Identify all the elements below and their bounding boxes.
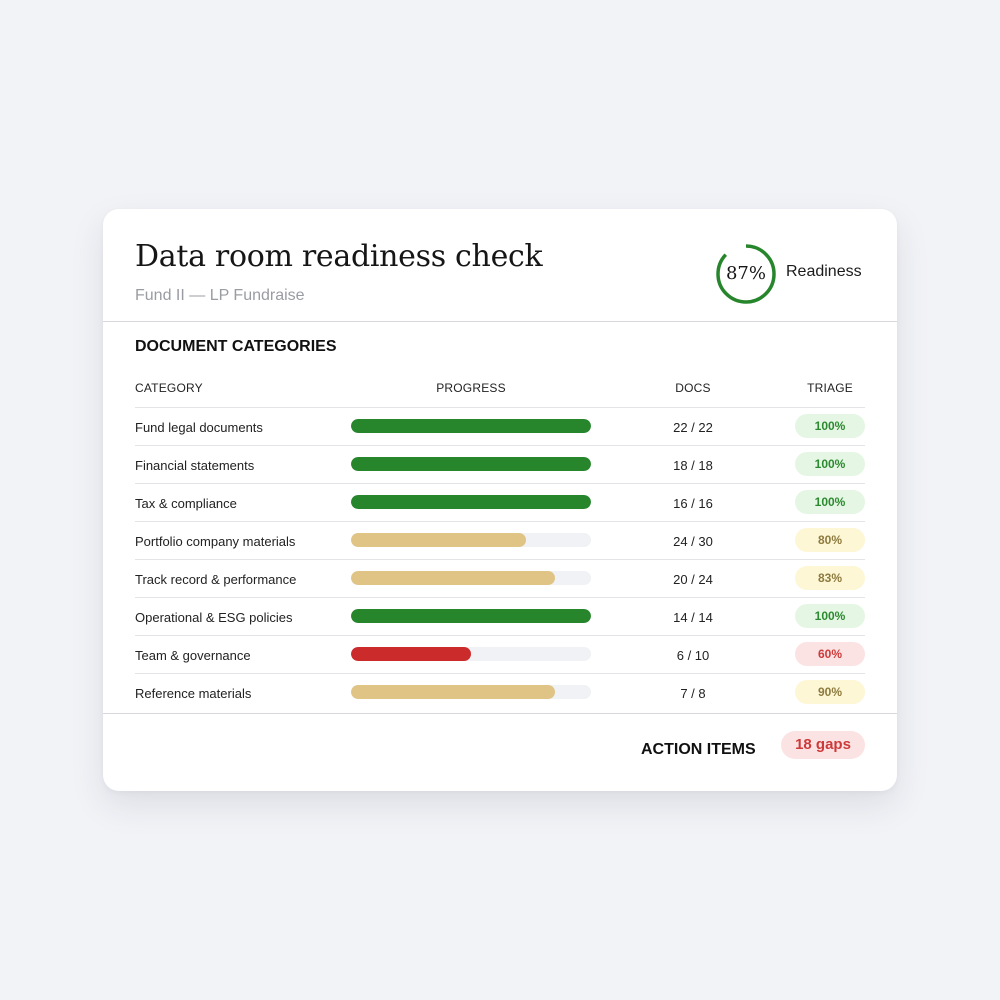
progress-track xyxy=(351,457,591,471)
progress-track xyxy=(351,533,591,547)
gaps-badge[interactable]: 18 gaps xyxy=(781,731,865,759)
column-header-docs: DOCS xyxy=(675,381,711,395)
progress-fill xyxy=(351,685,555,699)
progress-fill xyxy=(351,533,527,547)
triage-badge: 100% xyxy=(795,490,865,514)
table-row[interactable]: Reference materials 7 / 8 90% xyxy=(135,673,865,711)
page-title: Data room readiness check xyxy=(135,239,543,274)
readiness-gauge: 87% xyxy=(715,243,777,305)
table-row[interactable]: Financial statements 18 / 18 100% xyxy=(135,445,865,483)
section-title: DOCUMENT CATEGORIES xyxy=(135,338,337,355)
progress-fill xyxy=(351,571,555,585)
progress-track xyxy=(351,495,591,509)
docs-count: 18 / 18 xyxy=(673,458,713,473)
progress-fill xyxy=(351,457,591,471)
progress-track xyxy=(351,647,591,661)
docs-count: 16 / 16 xyxy=(673,496,713,511)
docs-count: 24 / 30 xyxy=(673,534,713,549)
triage-badge: 100% xyxy=(795,452,865,476)
category-name: Team & governance xyxy=(135,648,251,663)
table-row[interactable]: Fund legal documents 22 / 22 100% xyxy=(135,407,865,445)
table-row[interactable]: Tax & compliance 16 / 16 100% xyxy=(135,483,865,521)
category-name: Track record & performance xyxy=(135,572,297,587)
progress-track xyxy=(351,571,591,585)
page-subtitle: Fund II — LP Fundraise xyxy=(135,287,305,304)
table-row[interactable]: Portfolio company materials 24 / 30 80% xyxy=(135,521,865,559)
docs-count: 20 / 24 xyxy=(673,572,713,587)
column-header-progress: PROGRESS xyxy=(436,381,506,395)
docs-count: 6 / 10 xyxy=(676,648,710,663)
category-name: Tax & compliance xyxy=(135,496,237,511)
category-name: Financial statements xyxy=(135,458,255,473)
progress-track xyxy=(351,419,591,433)
readiness-value: 87% xyxy=(725,263,766,284)
triage-badge: 83% xyxy=(795,566,865,590)
action-items-label: ACTION ITEMS xyxy=(641,741,756,758)
category-name: Reference materials xyxy=(135,686,252,701)
triage-badge: 100% xyxy=(795,414,865,438)
column-header-triage: TRIAGE xyxy=(807,381,853,395)
category-name: Operational & ESG policies xyxy=(135,610,293,625)
table-row[interactable]: Operational & ESG policies 14 / 14 100% xyxy=(135,597,865,635)
category-table: Fund legal documents 22 / 22 100% Financial… xyxy=(135,407,865,711)
progress-track xyxy=(351,609,591,623)
card-header: Data room readiness check Fund II — LP F… xyxy=(103,209,897,322)
table-row[interactable]: Track record & performance 20 / 24 83% xyxy=(135,559,865,597)
card-footer: ACTION ITEMS 18 gaps xyxy=(103,713,897,759)
docs-count: 7 / 8 xyxy=(680,686,706,701)
readiness-card: Data room readiness check Fund II — LP F… xyxy=(103,209,897,791)
readiness-label: Readiness xyxy=(786,263,862,280)
docs-count: 14 / 14 xyxy=(673,610,713,625)
progress-fill xyxy=(351,419,591,433)
triage-badge: 80% xyxy=(795,528,865,552)
progress-fill xyxy=(351,609,591,623)
progress-track xyxy=(351,685,591,699)
triage-badge: 90% xyxy=(795,680,865,704)
category-name: Portfolio company materials xyxy=(135,534,296,549)
docs-count: 22 / 22 xyxy=(673,420,713,435)
category-name: Fund legal documents xyxy=(135,420,263,435)
progress-fill xyxy=(351,647,471,661)
table-row[interactable]: Team & governance 6 / 10 60% xyxy=(135,635,865,673)
progress-fill xyxy=(351,495,591,509)
triage-badge: 60% xyxy=(795,642,865,666)
triage-badge: 100% xyxy=(795,604,865,628)
column-header-category: CATEGORY xyxy=(135,381,203,395)
